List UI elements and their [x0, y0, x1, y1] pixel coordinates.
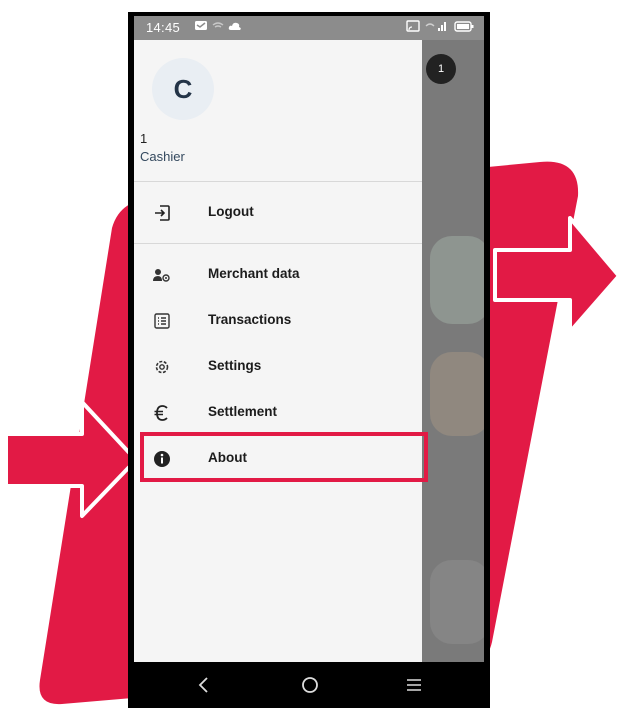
status-icons-right: [406, 20, 474, 32]
wifi-small-icon: [212, 22, 224, 28]
logout-icon: [152, 203, 172, 223]
logout-item[interactable]: Logout: [134, 190, 422, 236]
menu-item-label: Settlement: [208, 404, 278, 419]
logout-label: Logout: [208, 204, 254, 219]
cloud-icon: [228, 22, 241, 30]
menu-button[interactable]: [384, 662, 444, 708]
menu-item-settlement[interactable]: Settlement: [134, 390, 422, 436]
menu-item-transactions[interactable]: Transactions: [134, 298, 422, 344]
status-bar: 14:45: [134, 16, 484, 40]
background-card: [430, 560, 484, 644]
user-id: 1: [140, 131, 148, 146]
avatar[interactable]: C: [152, 58, 214, 120]
highlight-box: [140, 432, 428, 482]
menu-item-settings[interactable]: Settings: [134, 344, 422, 390]
menu-item-merchant-data[interactable]: Merchant data: [134, 252, 422, 298]
euro-icon: [152, 403, 172, 423]
status-time: 14:45: [146, 20, 181, 35]
drawer-header: C 1 Cashier: [134, 40, 422, 181]
gear-icon: [152, 357, 172, 377]
home-button[interactable]: [280, 662, 340, 708]
menu-item-label: Settings: [208, 358, 262, 373]
merchant-settings-icon: [152, 265, 172, 285]
menu-icon: [407, 679, 421, 691]
back-button[interactable]: [174, 662, 234, 708]
signal-icon: [425, 22, 446, 31]
list-icon: [152, 311, 172, 331]
home-icon: [302, 677, 318, 693]
menu-item-label: Merchant data: [208, 266, 300, 281]
system-navigation-bar: [134, 662, 484, 708]
menu-item-label: Transactions: [208, 312, 292, 327]
message-icon: [195, 21, 207, 30]
cast-icon: [406, 20, 420, 32]
background-card: [430, 352, 484, 436]
user-role: Cashier: [140, 149, 185, 164]
phone-screen: 1 14:45 C 1 Cashier Logout Merchant data…: [134, 16, 484, 708]
navigation-drawer: C 1 Cashier Logout Merchant data Transac…: [134, 40, 422, 662]
battery-icon: [454, 20, 474, 32]
divider: [134, 243, 422, 244]
background-card: [430, 236, 484, 324]
status-icons-left: [194, 20, 242, 32]
user-badge[interactable]: 1: [426, 54, 456, 84]
tutorial-canvas: 1 14:45 C 1 Cashier Logout Merchant data…: [0, 0, 619, 708]
back-icon: [198, 677, 208, 693]
divider: [134, 181, 422, 182]
